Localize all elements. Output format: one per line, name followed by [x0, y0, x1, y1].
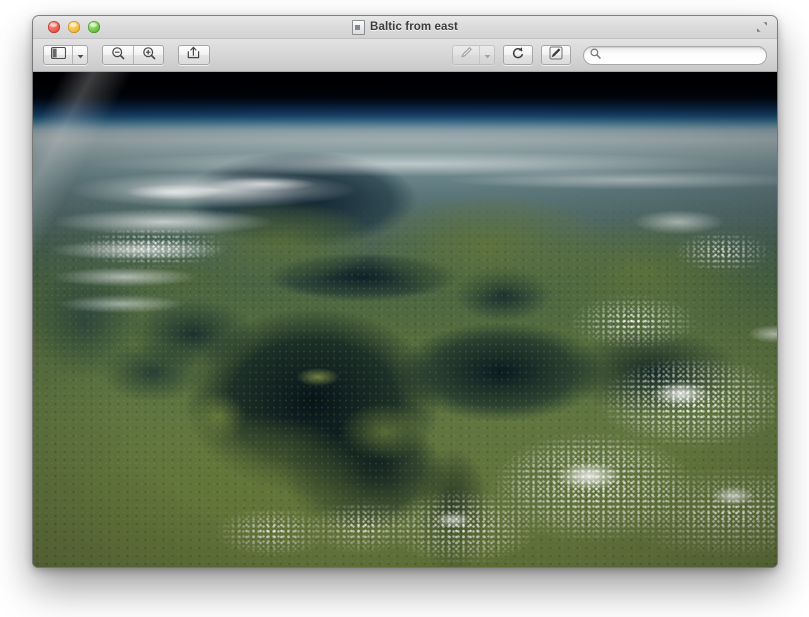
window-title: Baltic from east	[370, 21, 458, 33]
vignette-layer	[33, 72, 777, 567]
fullscreen-expand-icon[interactable]	[755, 20, 769, 34]
screen: Baltic from east	[0, 0, 809, 617]
chevron-down-icon	[484, 46, 491, 64]
chevron-down-icon	[77, 46, 84, 64]
zoom-out-button[interactable]	[103, 46, 133, 64]
search-icon	[590, 46, 601, 64]
sidebar-toggle-group[interactable]	[43, 45, 88, 65]
share-button[interactable]	[178, 45, 210, 65]
window-toolbar	[33, 39, 777, 72]
window-controls	[48, 21, 100, 33]
edit-button[interactable]	[541, 45, 571, 65]
share-icon	[187, 46, 202, 64]
window-title-group: Baltic from east	[33, 16, 777, 38]
markup-tools-group[interactable]	[452, 45, 495, 65]
preview-window: Baltic from east	[33, 16, 777, 567]
search-field[interactable]	[583, 45, 767, 65]
image-viewer-content[interactable]	[33, 72, 777, 567]
minimize-button[interactable]	[68, 21, 80, 33]
maximize-button[interactable]	[88, 21, 100, 33]
document-icon	[352, 19, 366, 35]
zoom-out-icon	[111, 46, 125, 64]
sidebar-toggle-button[interactable]	[44, 46, 72, 64]
search-field-wrapper[interactable]	[583, 45, 767, 65]
satellite-photo	[33, 72, 777, 567]
sidebar-options-button[interactable]	[72, 46, 87, 64]
zoom-controls-group[interactable]	[102, 45, 164, 65]
window-titlebar[interactable]: Baltic from east	[33, 16, 777, 39]
zoom-in-button[interactable]	[133, 46, 163, 64]
sidebar-toggle-icon	[50, 46, 66, 64]
markup-button[interactable]	[453, 46, 479, 64]
markup-options-button[interactable]	[479, 46, 494, 64]
pen-markup-icon	[460, 46, 473, 64]
search-input[interactable]	[605, 49, 760, 61]
zoom-in-icon	[142, 46, 156, 64]
edit-markup-icon	[549, 46, 563, 65]
close-button[interactable]	[48, 21, 60, 33]
rotate-left-icon	[511, 46, 525, 65]
rotate-button[interactable]	[503, 45, 533, 65]
